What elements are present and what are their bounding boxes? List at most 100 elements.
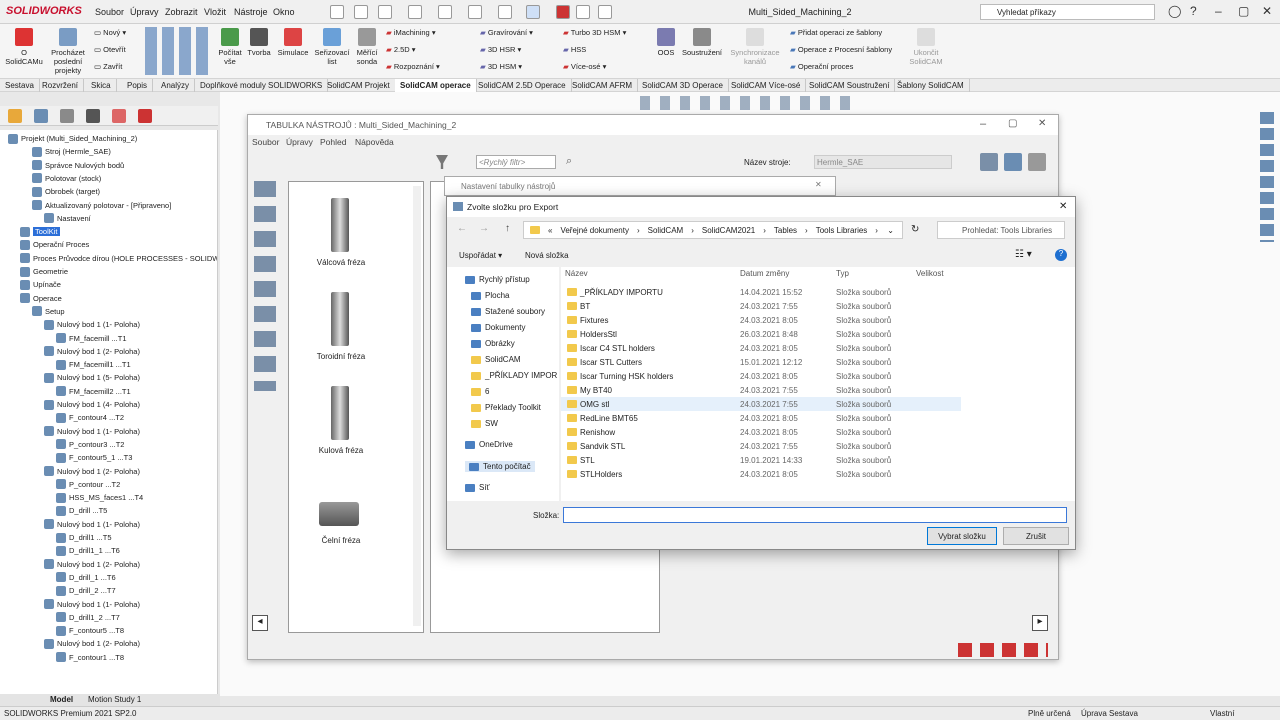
tree-node[interactable]: Stroj (Hermle_SAE) [32, 145, 111, 158]
minimize-icon[interactable]: – [1215, 4, 1222, 18]
tab-popis[interactable]: Popis [122, 79, 154, 92]
tt-minimize-icon[interactable]: – [980, 118, 986, 130]
tree-node[interactable]: Setup [32, 305, 65, 318]
tree-node[interactable]: Správce Nulových bodů [32, 159, 124, 172]
tool-catalog-scrollbar[interactable] [413, 186, 421, 626]
process-template-button[interactable]: ▰ Operace z Procesní šablony [790, 45, 892, 54]
breadcrumb-solidcam[interactable]: SolidCAM [648, 226, 684, 235]
menu-vlozit[interactable]: Vložit [204, 7, 226, 17]
view-icon[interactable] [980, 153, 998, 171]
file-row[interactable]: Iscar C4 STL holders 24.03.2021 8:05 Složk… [561, 341, 961, 355]
tree-node[interactable]: D_drill1_1 ...T6 [56, 544, 120, 557]
tab-rozvrzeni[interactable]: Rozvržení [37, 79, 85, 92]
help-icon[interactable]: ? [1190, 4, 1197, 18]
help-icon[interactable]: ? [1055, 249, 1067, 261]
tree-node[interactable]: Proces Průvodce dírou (HOLE PROCESSES - … [20, 252, 217, 265]
tab-solidcam-3d[interactable]: SolidCAM 3D Operace [637, 79, 729, 92]
recognition-button[interactable]: ▰ Rozpoznání ▾ [386, 62, 440, 71]
nav-item[interactable]: Síť [465, 483, 490, 492]
tool-valcova[interactable] [331, 198, 349, 252]
tree-node[interactable]: Nulový bod 1 (2- Poloha) [44, 558, 140, 571]
tab-solidcam-soustruzeni[interactable]: SolidCAM Soustružení [804, 79, 896, 92]
file-row[interactable]: BT 24.03.2021 7:55 Složka souborů [561, 299, 961, 313]
tab-model[interactable]: Model [50, 695, 73, 704]
nav-item[interactable]: SolidCAM [471, 355, 521, 364]
close-icon[interactable]: ✕ [1262, 4, 1272, 18]
col-size[interactable]: Velikost [916, 269, 944, 278]
tree-node[interactable]: D_drill_1 ...T6 [56, 571, 116, 584]
breadcrumb-tools-libraries[interactable]: Tools Libraries [816, 226, 868, 235]
tree-node[interactable]: D_drill1_2 ...T7 [56, 611, 120, 624]
tree-node[interactable]: Nulový bod 1 (2- Poloha) [44, 637, 140, 650]
menu-okno[interactable]: Okno [273, 7, 295, 17]
tree-node[interactable]: Nulový bod 1 (1- Poloha) [44, 598, 140, 611]
close-project-button[interactable]: ▭ Zavřít [94, 62, 122, 71]
home-icon[interactable] [330, 5, 344, 19]
collapse-left-icon[interactable]: ◂ [252, 615, 268, 631]
task-pane-tabs[interactable] [1260, 112, 1274, 242]
tree-node[interactable]: D_drill1 ...T5 [56, 531, 112, 544]
oos-button[interactable]: OOS [654, 28, 678, 57]
breadcrumb-more[interactable]: « [548, 226, 552, 235]
tool-type-strip[interactable] [254, 181, 276, 391]
tree-node[interactable]: Nulový bod 1 (1- Poloha) [44, 425, 140, 438]
save-icon[interactable] [408, 5, 422, 19]
select-folder-button[interactable]: Vybrat složku [927, 527, 997, 545]
file-row[interactable]: _PŘÍKLADY IMPORTU 14.04.2021 15:52 Složka … [561, 285, 961, 299]
tool-toroidni[interactable] [331, 292, 349, 346]
nav-item[interactable]: 6 [471, 387, 489, 396]
undo-icon[interactable] [468, 5, 482, 19]
tt-maximize-icon[interactable]: ▢ [1008, 118, 1017, 129]
folder-input[interactable] [563, 507, 1067, 523]
menu-soubor[interactable]: Soubor [95, 7, 124, 17]
back-arrow-icon[interactable]: ← [457, 223, 467, 234]
view-options-icon[interactable]: ☷ ▾ [1015, 249, 1032, 260]
tree-node[interactable]: HSS_MS_faces1 ...T4 [56, 491, 143, 504]
nav-item[interactable]: Tento počítač [465, 461, 535, 472]
file-row[interactable]: RedLine BMT65 24.03.2021 8:05 Složka soubo… [561, 411, 961, 425]
tree-node[interactable]: Nulový bod 1 (2- Poloha) [44, 465, 140, 478]
tree-node[interactable]: Operace [20, 292, 62, 305]
tree-node[interactable]: P_contour3 ...T2 [56, 438, 124, 451]
tab-sestava[interactable]: Sestava [0, 79, 40, 92]
tree-node[interactable]: Operační Proces [20, 238, 89, 251]
tree-node[interactable]: FM_facemill1 ...T1 [56, 358, 131, 371]
property-manager-icon[interactable] [34, 109, 48, 123]
nav-item[interactable]: _PŘÍKLADY IMPOR [471, 371, 557, 380]
turning-button[interactable]: Soustružení [680, 28, 724, 57]
file-props-icon[interactable] [576, 5, 590, 19]
small-tools-grid[interactable] [145, 27, 213, 75]
new-project-button[interactable]: ▭ Nový ▾ [94, 28, 126, 37]
menu-upravy[interactable]: Úpravy [130, 7, 159, 17]
traffic-light-icon[interactable] [556, 5, 570, 19]
maximize-icon[interactable]: ▢ [1238, 4, 1249, 18]
export-icons[interactable] [958, 643, 1048, 657]
breadcrumb-solidcam2021[interactable]: SolidCAM2021 [702, 226, 755, 235]
command-search-input[interactable]: Vyhledat příkazy [980, 4, 1155, 20]
status-units[interactable]: Vlastní [1210, 709, 1234, 718]
tree-node[interactable]: Nulový bod 1 (4- Poloha) [44, 398, 140, 411]
tree-node[interactable]: Polotovar (stock) [32, 172, 101, 185]
tree-node[interactable]: Upínače [20, 278, 61, 291]
tt-menu-upravy[interactable]: Úpravy [286, 137, 313, 147]
2-5d-button[interactable]: ▰ 2.5D ▾ [386, 45, 416, 54]
organize-button[interactable]: Uspořádat ▾ [459, 251, 502, 260]
add-from-template-button[interactable]: ▰ Přidat operaci ze šablony [790, 28, 882, 37]
tab-solidcam-projekt[interactable]: SolidCAM Projekt [322, 79, 396, 92]
multiaxis-button[interactable]: ▰ Více-osé ▾ [563, 62, 606, 71]
options-gear-icon[interactable] [598, 5, 612, 19]
tool-icon[interactable] [1004, 153, 1022, 171]
menu-zobrazit[interactable]: Zobrazit [165, 7, 198, 17]
file-row[interactable]: STLHolders 24.03.2021 8:05 Složka souborů [561, 467, 961, 481]
imachining-button[interactable]: ▰ iMachining ▾ [386, 28, 436, 37]
tree-node[interactable]: Nastavení [44, 212, 91, 225]
col-date[interactable]: Datum změny [740, 269, 789, 278]
about-solidcam-button[interactable]: O SolidCAMu [4, 28, 44, 66]
address-dropdown-icon[interactable]: ⌄ [887, 226, 894, 235]
feature-manager-icon[interactable] [8, 109, 22, 123]
tool-celni[interactable] [319, 502, 359, 526]
tab-solidcam-operace[interactable]: SolidCAM operace [395, 79, 477, 92]
tree-node[interactable]: Nulový bod 1 (1- Poloha) [44, 318, 140, 331]
tree-node[interactable]: FM_facemill ...T1 [56, 332, 127, 345]
recent-projects-button[interactable]: Procházet poslední projekty [48, 28, 88, 75]
